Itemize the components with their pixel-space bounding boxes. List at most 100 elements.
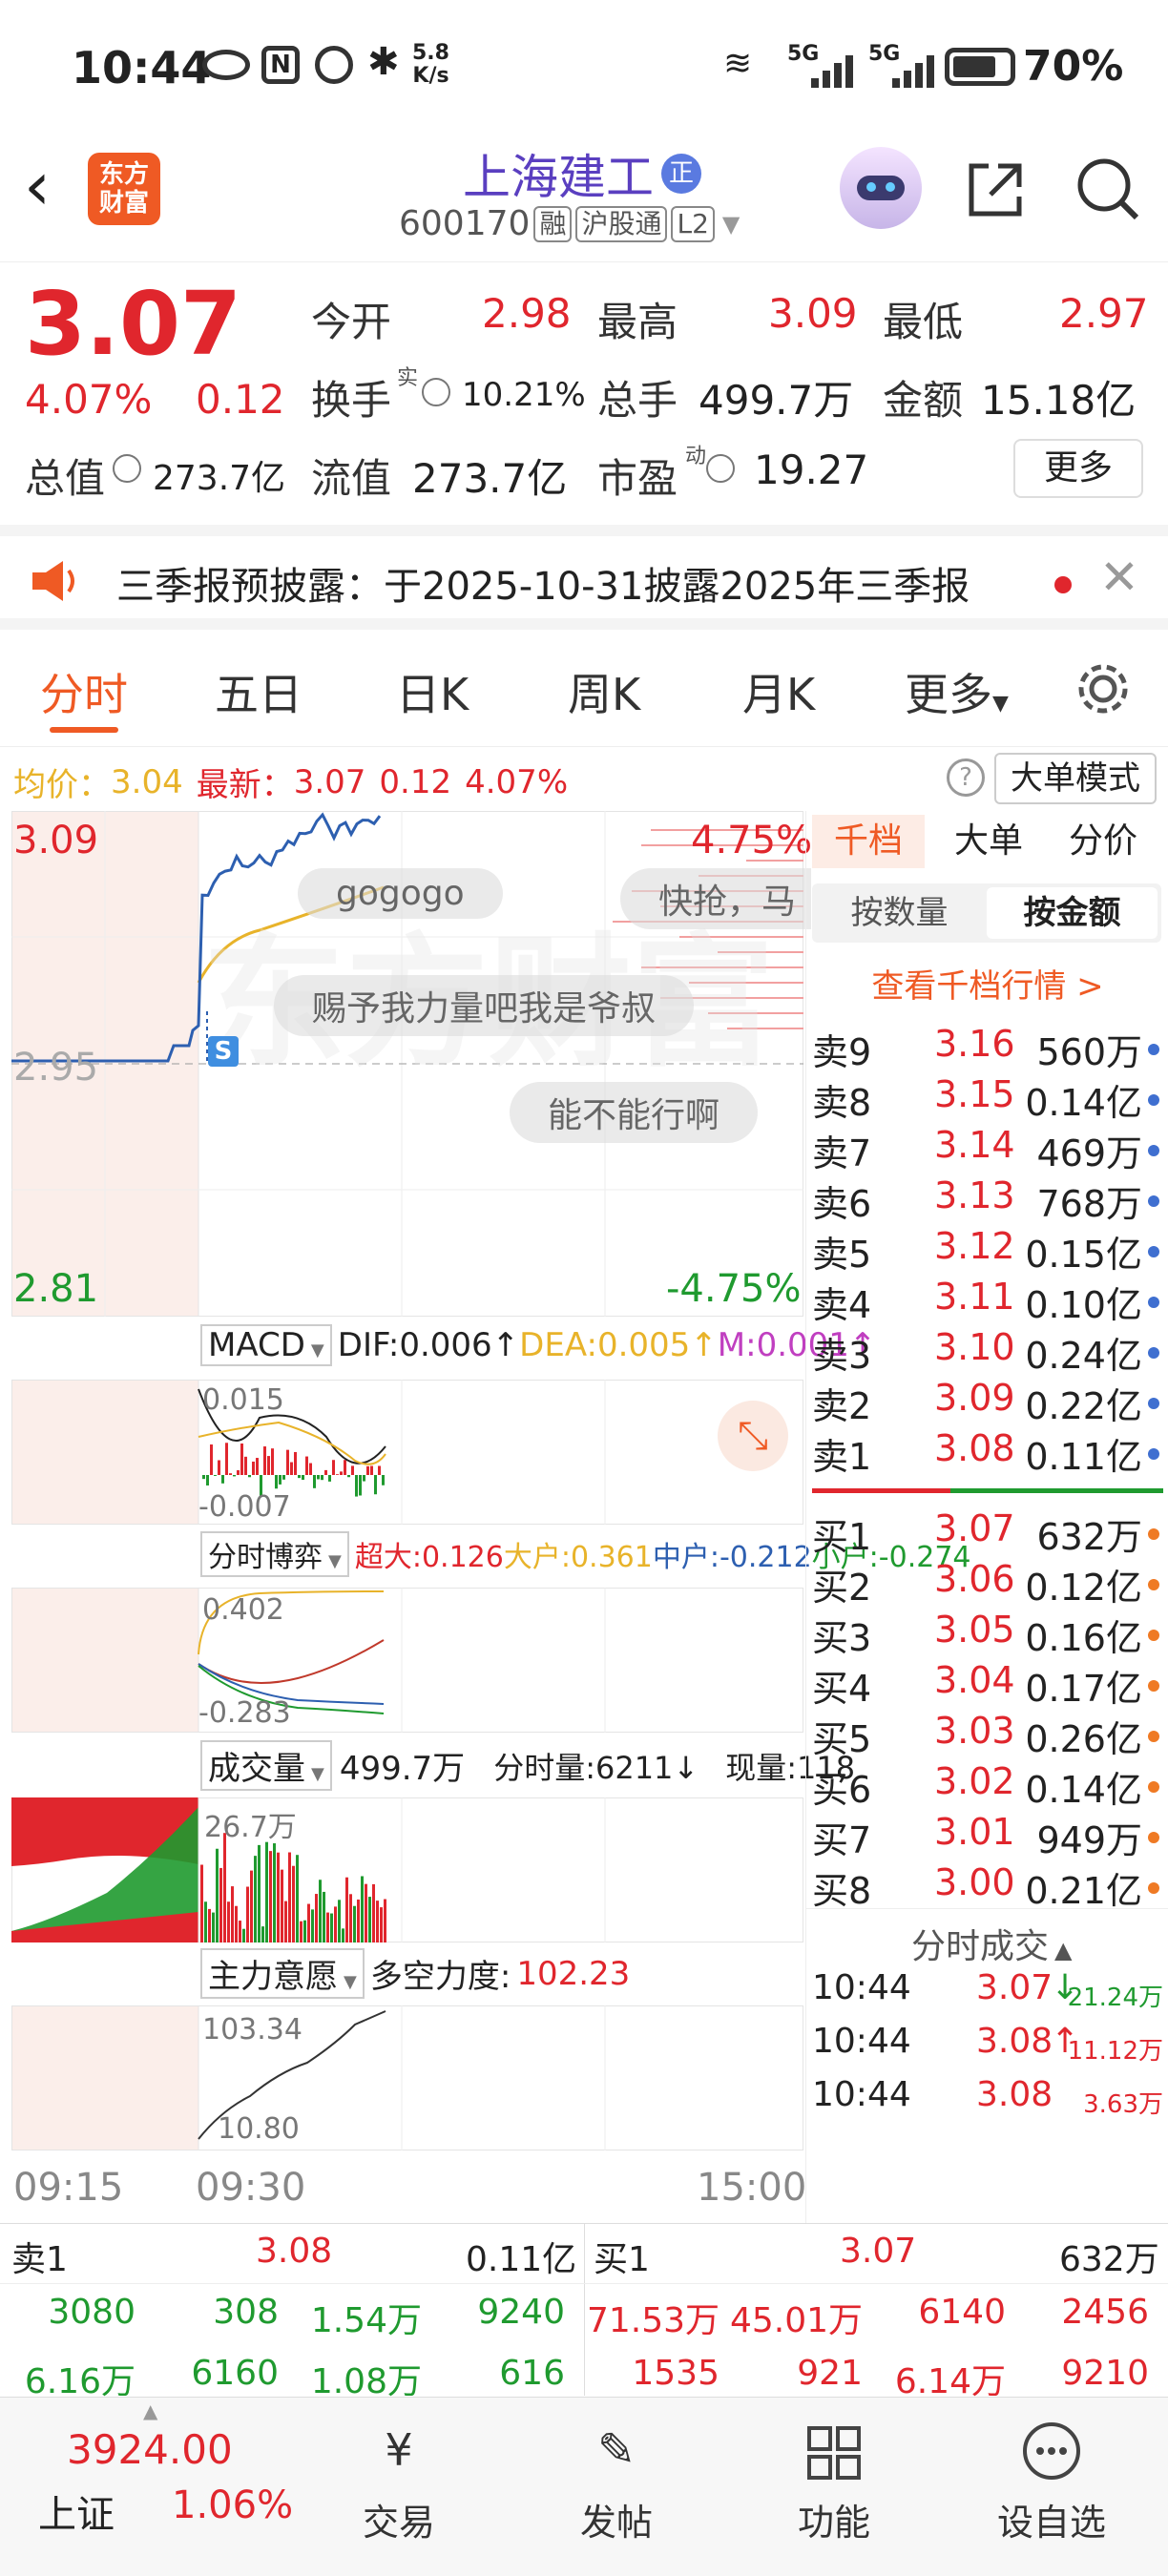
force-value: 102.23 bbox=[516, 1954, 631, 1993]
speaker-icon bbox=[29, 557, 82, 609]
s-marker[interactable]: S bbox=[208, 1036, 239, 1067]
tick-trades-title[interactable]: 分时成交 ▲ bbox=[911, 1919, 1072, 1968]
tab-big-order[interactable]: 大单 bbox=[954, 815, 1023, 868]
bid-row[interactable]: 买3 3.05 0.16亿 bbox=[812, 1609, 1163, 1659]
app-logo[interactable]: 东方 财富 bbox=[88, 153, 160, 225]
share-icon[interactable] bbox=[962, 156, 1029, 227]
level-amount: 0.24亿 bbox=[1025, 1335, 1142, 1377]
pe-label: 市盈 bbox=[597, 455, 678, 502]
volume-selector[interactable]: 成交量 ▼ bbox=[200, 1740, 332, 1791]
tab-price-distribution[interactable]: 分价 bbox=[1069, 815, 1137, 868]
price-chart[interactable]: 东方财富 3.09 2.95 2.81 4.75% -4.75% S gogog… bbox=[11, 811, 812, 1317]
ask-row[interactable]: 卖7 3.14 469万 bbox=[812, 1124, 1163, 1174]
tab-thousand-level[interactable]: 千档 bbox=[812, 815, 925, 868]
view-full-depth-link[interactable]: 查看千档行情 > bbox=[806, 960, 1168, 1007]
queue-cell: 71.53万 bbox=[586, 2301, 720, 2340]
game-bottom: -0.283 bbox=[198, 1696, 291, 1730]
level-label: 买4 bbox=[812, 1668, 872, 1710]
level-label: 买1 bbox=[812, 1516, 872, 1558]
tab-more-label: 更多 bbox=[905, 669, 992, 720]
chevron-down-icon[interactable]: ▼ bbox=[722, 211, 740, 238]
nav-trade[interactable]: ¥ 交易 bbox=[290, 2407, 508, 2545]
bid-row[interactable]: 买2 3.06 0.12亿 bbox=[812, 1558, 1163, 1609]
more-button[interactable]: 更多 bbox=[1013, 439, 1143, 498]
level-label: 卖5 bbox=[812, 1234, 872, 1276]
tab-five-day[interactable]: 五日 bbox=[215, 660, 302, 723]
level-dot bbox=[1148, 1044, 1159, 1055]
big-order-mode-button[interactable]: 大单模式 bbox=[994, 753, 1157, 804]
macd-chart[interactable]: 0.015 -0.007 ⤡ bbox=[11, 1380, 803, 1525]
tab-daily-k[interactable]: 日K bbox=[396, 660, 469, 723]
avg-label: 均价： bbox=[13, 766, 111, 804]
level-amount: 0.14亿 bbox=[1025, 1769, 1142, 1811]
tab-monthly-k[interactable]: 月K bbox=[742, 660, 815, 723]
game-chart[interactable]: 0.402 -0.283 bbox=[11, 1588, 803, 1733]
macd-bottom: -0.007 bbox=[198, 1490, 291, 1524]
stock-header: ‹ 东方 财富 上海建工 正 600170 融 沪股通 L2 ▼ bbox=[0, 134, 1168, 262]
level-amount: 949万 bbox=[1036, 1819, 1142, 1861]
level-dot bbox=[1148, 1579, 1159, 1590]
tab-intraday[interactable]: 分时 bbox=[40, 660, 128, 723]
nav-functions[interactable]: 功能 bbox=[725, 2407, 943, 2545]
bid-row[interactable]: 买7 3.01 949万 bbox=[812, 1811, 1163, 1861]
assistant-avatar-icon[interactable] bbox=[840, 147, 922, 229]
ask-row[interactable]: 卖6 3.13 768万 bbox=[812, 1174, 1163, 1225]
index-pct: 1.06% bbox=[172, 2483, 294, 2527]
expand-icon[interactable]: ⤡ bbox=[718, 1401, 788, 1471]
ask-row[interactable]: 卖3 3.10 0.24亿 bbox=[812, 1326, 1163, 1377]
info-icon[interactable] bbox=[113, 454, 141, 483]
more-dots-icon bbox=[943, 2407, 1160, 2493]
close-icon[interactable]: ✕ bbox=[1099, 550, 1139, 605]
tab-more[interactable]: 更多▼ bbox=[905, 660, 1009, 723]
nav-post[interactable]: ✎ 发帖 bbox=[508, 2407, 725, 2545]
bid-row[interactable]: 买8 3.00 0.21亿 bbox=[812, 1861, 1163, 1908]
level-price: 3.05 bbox=[934, 1609, 1015, 1651]
level-label: 卖8 bbox=[812, 1082, 872, 1124]
level-price: 3.03 bbox=[934, 1710, 1015, 1752]
bid-row[interactable]: 买5 3.03 0.26亿 bbox=[812, 1710, 1163, 1760]
level-price: 3.04 bbox=[934, 1659, 1015, 1701]
ask-row[interactable]: 卖8 3.15 0.14亿 bbox=[812, 1073, 1163, 1124]
nav-add-watchlist[interactable]: 设自选 bbox=[943, 2407, 1160, 2545]
level-dot bbox=[1148, 1448, 1159, 1460]
bid-row[interactable]: 买6 3.02 0.14亿 bbox=[812, 1760, 1163, 1811]
unread-dot bbox=[1054, 576, 1072, 593]
volume-chart[interactable]: 26.7万 bbox=[11, 1797, 803, 1942]
back-icon[interactable]: ‹ bbox=[24, 153, 51, 219]
ask-row[interactable]: 卖2 3.09 0.22亿 bbox=[812, 1377, 1163, 1427]
info-icon[interactable] bbox=[706, 454, 735, 483]
ask-row[interactable]: 卖9 3.16 560万 bbox=[812, 1023, 1163, 1073]
queue-cell: 921 bbox=[797, 2354, 863, 2393]
by-amount-button[interactable]: 按金额 bbox=[987, 887, 1158, 939]
level-dot bbox=[1148, 1094, 1159, 1106]
level-dot bbox=[1148, 1246, 1159, 1257]
index-value: 3924.00 bbox=[67, 2426, 233, 2473]
bid-row[interactable]: 买4 3.04 0.17亿 bbox=[812, 1659, 1163, 1710]
settings-gear-icon[interactable] bbox=[1074, 660, 1132, 721]
stock-title[interactable]: 上海建工 正 bbox=[463, 139, 701, 208]
ask-row[interactable]: 卖5 3.12 0.15亿 bbox=[812, 1225, 1163, 1276]
float-value: 273.7亿 bbox=[412, 455, 568, 502]
main-force-chart[interactable]: 103.34 10.80 bbox=[11, 2005, 803, 2150]
pe-sup: 动 bbox=[685, 445, 707, 468]
queue-cell: 9210 bbox=[1061, 2354, 1149, 2393]
unit-switch: 按数量 按金额 bbox=[812, 883, 1161, 943]
main-force-selector[interactable]: 主力意愿 ▼ bbox=[200, 1948, 365, 1999]
level-label: 卖9 bbox=[812, 1031, 872, 1073]
bid-row[interactable]: 买1 3.07 632万 bbox=[812, 1507, 1163, 1558]
info-icon[interactable] bbox=[422, 378, 450, 406]
tab-weekly-k[interactable]: 周K bbox=[568, 660, 640, 723]
search-icon[interactable] bbox=[1074, 155, 1142, 227]
notice-bar[interactable]: 三季报预披露：于2025-10-31披露2025年三季报 ✕ bbox=[0, 525, 1168, 630]
macd-selector[interactable]: MACD ▼ bbox=[200, 1324, 332, 1366]
caret-down-icon: ▼ bbox=[310, 1340, 324, 1361]
game-selector[interactable]: 分时博弈 ▼ bbox=[200, 1531, 349, 1577]
index-ticker[interactable]: 3924.00 上证 1.06% bbox=[0, 2398, 293, 2576]
by-quantity-button[interactable]: 按数量 bbox=[812, 883, 987, 943]
stock-code-row: 600170 融 沪股通 L2 ▼ bbox=[399, 204, 740, 243]
ask-row[interactable]: 卖1 3.08 0.11亿 bbox=[812, 1427, 1163, 1478]
help-icon[interactable]: ? bbox=[947, 758, 985, 797]
ask-row[interactable]: 卖4 3.11 0.10亿 bbox=[812, 1276, 1163, 1326]
level-label: 买7 bbox=[812, 1819, 872, 1861]
level-dot bbox=[1148, 1145, 1159, 1156]
